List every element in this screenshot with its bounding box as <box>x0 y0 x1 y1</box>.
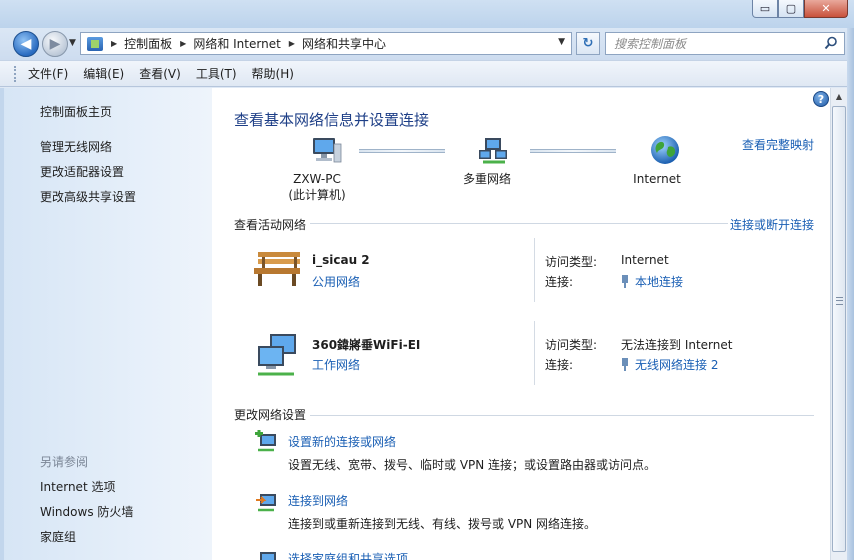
sidebar-item-manage-wireless[interactable]: 管理无线网络 <box>40 138 112 155</box>
map-connection-line <box>530 149 616 153</box>
map-node-multiple-networks[interactable]: 多重网络 <box>456 136 518 187</box>
task-connect-to-network-link[interactable]: 连接到网络 <box>288 492 348 509</box>
ethernet-plug-icon <box>622 275 628 288</box>
recent-pages-dropdown-icon[interactable]: ▼ <box>69 38 76 48</box>
scroll-up-icon[interactable]: ▲ <box>831 88 847 105</box>
forward-button[interactable]: ▶ <box>42 31 68 57</box>
menu-bar: 文件(F) 编辑(E) 查看(V) 工具(T) 帮助(H) <box>0 60 854 87</box>
address-bar[interactable]: ▶ 控制面板 ▶ 网络和 Internet ▶ 网络和共享中心 ▼ <box>80 32 572 55</box>
map-connection-line <box>359 149 445 153</box>
task-setup-new-connection-desc: 设置无线、宽带、拨号、临时或 VPN 连接；或设置路由器或访问点。 <box>288 458 657 472</box>
sidebar-item-advanced-sharing[interactable]: 更改高级共享设置 <box>40 188 136 205</box>
page-title: 查看基本网络信息并设置连接 <box>234 111 430 129</box>
map-node-computer[interactable]: ZXW-PC (此计算机) <box>282 136 352 203</box>
access-type-label: 访问类型: <box>545 338 598 352</box>
computer-name: ZXW-PC <box>293 172 341 186</box>
menu-help[interactable]: 帮助(H) <box>252 65 294 82</box>
address-history-dropdown-icon[interactable]: ▼ <box>558 37 565 47</box>
multiple-networks-label: 多重网络 <box>462 172 511 186</box>
scroll-thumb[interactable] <box>832 106 846 552</box>
breadcrumb-separator-icon[interactable]: ▶ <box>289 39 295 48</box>
network-divider <box>534 238 535 302</box>
wireless-connection-label: 无线网络连接 2 <box>635 358 719 372</box>
task-homegroup-sharing-link[interactable]: 选择家庭组和共享选项 <box>288 550 408 560</box>
network-type-link[interactable]: 公用网络 <box>312 273 360 290</box>
back-button[interactable]: ◀ <box>13 31 39 57</box>
wireless-signal-icon <box>622 358 628 371</box>
section-divider <box>310 415 814 416</box>
task-connect-to-network-desc: 连接到或重新连接到无线、有线、拨号或 VPN 网络连接。 <box>288 517 597 531</box>
menu-edit[interactable]: 编辑(E) <box>83 65 124 82</box>
refresh-button[interactable]: ↻ <box>576 32 600 55</box>
bench-icon <box>254 252 300 286</box>
menu-view[interactable]: 查看(V) <box>139 65 181 82</box>
minimize-button[interactable]: ▭ <box>752 0 778 18</box>
view-full-map-link[interactable]: 查看完整映射 <box>742 136 814 153</box>
control-panel-icon <box>87 36 103 51</box>
search-input[interactable]: 搜索控制面板 <box>605 32 845 55</box>
breadcrumb-network-sharing-center[interactable]: 网络和共享中心 <box>302 35 386 52</box>
network-type-link[interactable]: 工作网络 <box>312 356 360 373</box>
task-setup-new-connection-link[interactable]: 设置新的连接或网络 <box>288 433 396 450</box>
window-controls: ▭ ▢ ✕ <box>752 0 848 18</box>
wireless-connection-link[interactable]: 无线网络连接 2 <box>621 356 718 373</box>
help-icon[interactable]: ? <box>813 91 829 107</box>
work-network-icon <box>258 334 296 376</box>
menu-tools[interactable]: 工具(T) <box>196 65 237 82</box>
sidebar-item-adapter-settings[interactable]: 更改适配器设置 <box>40 163 124 180</box>
title-bar: ▭ ▢ ✕ <box>0 0 854 28</box>
connect-disconnect-link[interactable]: 连接或断开连接 <box>730 216 814 233</box>
network-name: 360鍏嶈垂WiFi-EI <box>312 338 421 352</box>
local-connection-link[interactable]: 本地连接 <box>621 273 683 290</box>
breadcrumb-control-panel[interactable]: 控制面板 <box>124 35 172 52</box>
navigation-bar: ◀ ▶ ▼ ▶ 控制面板 ▶ 网络和 Internet ▶ 网络和共享中心 ▼ … <box>0 28 854 60</box>
globe-icon <box>650 136 679 164</box>
sidebar-item-homegroup[interactable]: 家庭组 <box>40 528 76 545</box>
connections-label: 连接: <box>545 358 574 372</box>
new-connection-icon <box>255 430 276 452</box>
vertical-scrollbar[interactable]: ▲ <box>830 88 847 560</box>
scroll-grip-icon <box>836 297 843 305</box>
menu-file[interactable]: 文件(F) <box>28 65 68 82</box>
access-type-label: 访问类型: <box>545 255 598 269</box>
search-placeholder: 搜索控制面板 <box>614 37 687 51</box>
internet-label: Internet <box>633 172 681 186</box>
access-type-value: Internet <box>621 253 669 267</box>
homegroup-icon <box>260 552 276 560</box>
network-divider <box>534 321 535 385</box>
breadcrumb-separator-icon[interactable]: ▶ <box>180 39 186 48</box>
maximize-button[interactable]: ▢ <box>778 0 804 18</box>
sidebar-item-windows-firewall[interactable]: Windows 防火墙 <box>40 503 133 520</box>
breadcrumb-separator-icon[interactable]: ▶ <box>111 39 117 48</box>
sidebar: 控制面板主页 管理无线网络 更改适配器设置 更改高级共享设置 另请参阅 Inte… <box>0 88 212 560</box>
toolbar-grip <box>14 66 17 82</box>
active-networks-heading: 查看活动网络 <box>234 218 307 232</box>
computer-icon <box>313 138 342 163</box>
sidebar-item-internet-options[interactable]: Internet 选项 <box>40 478 115 495</box>
computer-subtitle: (此计算机) <box>288 188 346 202</box>
section-divider <box>310 223 728 224</box>
network-icon <box>479 138 507 164</box>
connections-label: 连接: <box>545 275 574 289</box>
main-content: ? 查看基本网络信息并设置连接 查看完整映射 ZXW-PC (此计算机) 多重网… <box>212 88 830 560</box>
connect-to-network-icon <box>256 494 276 512</box>
map-node-internet[interactable]: Internet <box>626 134 688 187</box>
access-type-value: 无法连接到 Internet <box>621 338 733 352</box>
breadcrumb-network-internet[interactable]: 网络和 Internet <box>193 35 280 52</box>
search-icon[interactable] <box>824 36 838 50</box>
network-name: i_sicau 2 <box>312 253 370 267</box>
change-settings-heading: 更改网络设置 <box>234 408 307 422</box>
local-connection-label: 本地连接 <box>635 275 684 289</box>
window-frame <box>847 28 854 560</box>
see-also-heading: 另请参阅 <box>40 455 89 469</box>
close-button[interactable]: ✕ <box>804 0 848 18</box>
sidebar-item-control-panel-home[interactable]: 控制面板主页 <box>40 103 112 120</box>
